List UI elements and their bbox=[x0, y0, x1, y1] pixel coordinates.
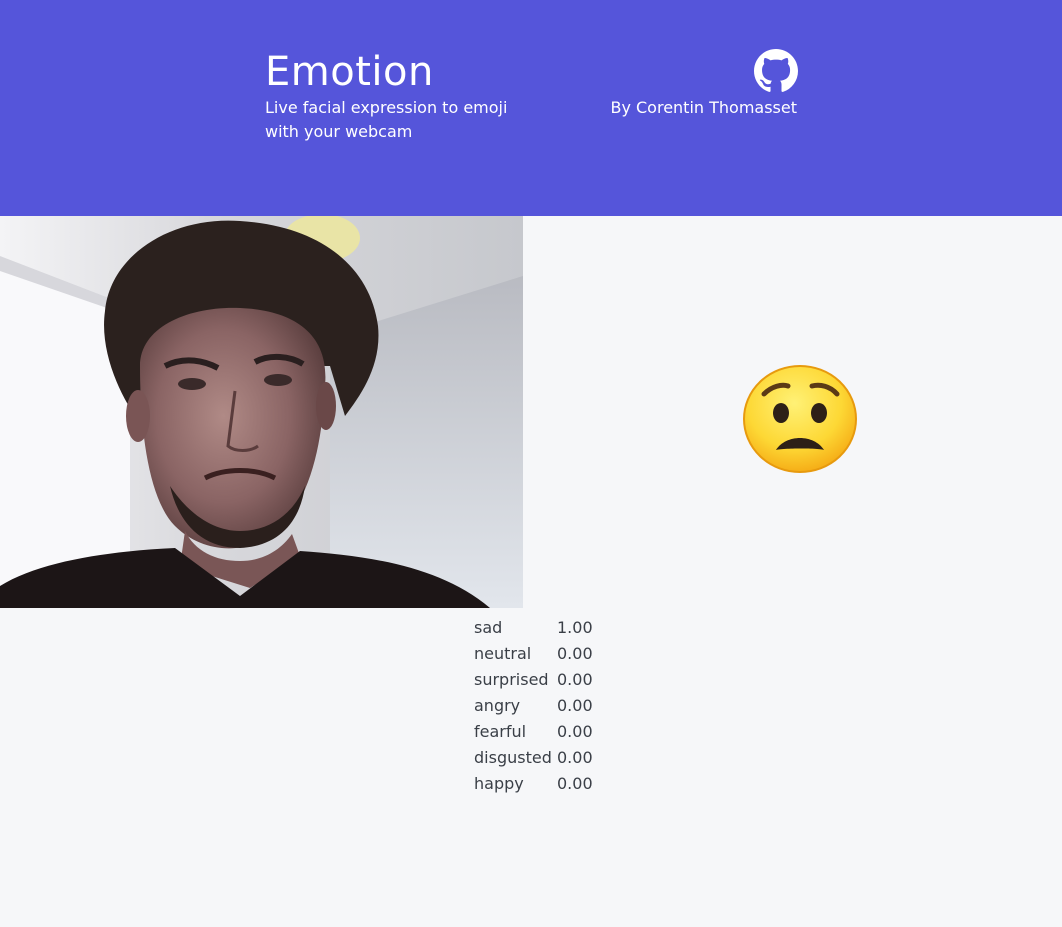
score-row: angry 0.00 bbox=[474, 693, 593, 719]
emotion-score: 0.00 bbox=[557, 748, 593, 767]
emotion-score: 0.00 bbox=[557, 774, 593, 793]
emotion-score: 0.00 bbox=[557, 644, 593, 663]
emotion-label: happy bbox=[474, 774, 524, 793]
emotion-label: fearful bbox=[474, 722, 527, 741]
webcam-feed-image bbox=[0, 216, 523, 608]
emotion-score: 1.00 bbox=[557, 618, 593, 637]
score-row: sad 1.00 bbox=[474, 615, 593, 641]
anxious-face-emoji bbox=[743, 365, 857, 473]
emotion-label: surprised bbox=[474, 670, 549, 689]
score-row: disgusted 0.00 bbox=[474, 745, 593, 771]
github-link[interactable] bbox=[754, 49, 798, 93]
score-row: happy 0.00 bbox=[474, 771, 593, 797]
emotion-score: 0.00 bbox=[557, 722, 593, 741]
score-row: neutral 0.00 bbox=[474, 641, 593, 667]
emotion-score: 0.00 bbox=[557, 670, 593, 689]
page-subtitle: Live facial expression to emoji with you… bbox=[265, 98, 508, 141]
score-row: fearful 0.00 bbox=[474, 719, 593, 745]
emotion-score: 0.00 bbox=[557, 696, 593, 715]
webcam-video bbox=[0, 216, 523, 608]
github-icon bbox=[754, 49, 798, 92]
author-credit: By Corentin Thomasset bbox=[610, 98, 797, 117]
page-header: Emotion Live facial expression to emoji … bbox=[0, 0, 1062, 216]
emotion-label: sad bbox=[474, 618, 503, 637]
emotion-label: neutral bbox=[474, 644, 532, 663]
page-title: Emotion bbox=[265, 49, 434, 95]
emotion-scores-table: sad 1.00 neutral 0.00 surprised 0.00 angry 0.00… bbox=[474, 615, 593, 797]
score-row: surprised 0.00 bbox=[474, 667, 593, 693]
emotion-label: disgusted bbox=[474, 748, 552, 767]
emotion-label: angry bbox=[474, 696, 521, 715]
